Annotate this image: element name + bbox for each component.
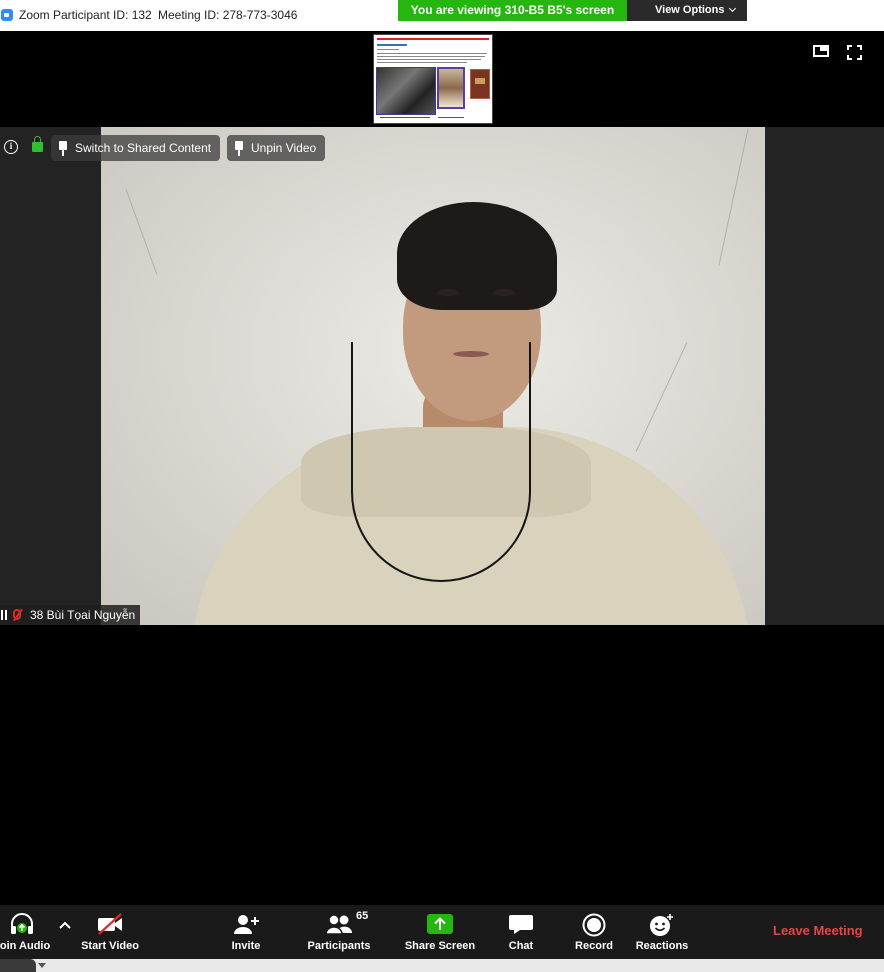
slide-text-line — [377, 56, 485, 57]
shared-content-thumbnail[interactable] — [373, 34, 493, 124]
slide-text-line — [377, 53, 487, 54]
slide-portrait-photo — [437, 67, 465, 109]
join-audio-button[interactable]: Join Audio — [0, 905, 57, 959]
slide-title-line — [377, 38, 489, 40]
add-user-icon — [234, 915, 259, 934]
participants-count: 65 — [356, 910, 369, 922]
reactions-icon — [650, 914, 673, 936]
chat-icon — [509, 915, 533, 934]
switch-to-shared-content-label: Switch to Shared Content — [75, 141, 212, 155]
slide-text-line — [377, 62, 467, 63]
fullscreen-icon[interactable] — [847, 45, 862, 60]
chevron-down-icon[interactable] — [38, 963, 46, 968]
viewing-screen-banner: You are viewing 310-B5 B5's screen — [398, 0, 627, 21]
unpin-video-label: Unpin Video — [251, 141, 317, 155]
record-icon — [582, 913, 606, 937]
chevron-up-icon — [59, 921, 71, 929]
invite-label: Invite — [231, 940, 261, 952]
mic-muted-icon — [13, 609, 21, 620]
reactions-button[interactable]: Reactions — [632, 905, 692, 959]
taskbar-strip — [0, 959, 884, 972]
video-off-icon — [98, 913, 122, 935]
participant-video[interactable] — [101, 127, 765, 625]
invite-button[interactable]: Invite — [216, 905, 276, 959]
unpin-video-button[interactable]: Unpin Video — [227, 135, 326, 161]
start-video-label: Start Video — [81, 940, 139, 952]
chat-button[interactable]: Chat — [500, 905, 542, 959]
pin-icon — [59, 141, 67, 156]
slide-caption — [380, 117, 430, 118]
participants-icon — [325, 914, 352, 935]
audio-options-button[interactable] — [56, 905, 74, 959]
meeting-id: Meeting ID: 278-773-3046 — [158, 8, 298, 22]
person-eye — [493, 289, 515, 296]
video-side-panel-right — [765, 127, 884, 625]
chat-label: Chat — [508, 940, 534, 952]
view-options-button[interactable]: View Options — [627, 0, 747, 21]
participants-button[interactable]: 65 Participants — [298, 905, 380, 959]
slide-photo-group — [376, 67, 436, 115]
reactions-label: Reactions — [635, 940, 689, 952]
info-icon[interactable]: i — [4, 140, 18, 154]
share-screen-button[interactable]: Share Screen — [400, 905, 480, 959]
window-title: Zoom Participant ID: 132 — [19, 8, 152, 22]
signal-icon — [1, 610, 7, 620]
avatar[interactable] — [0, 959, 36, 972]
leave-meeting-button[interactable]: Leave Meeting — [773, 923, 863, 938]
person-hair — [397, 202, 557, 310]
meeting-toolbar: Join Audio Start Video Invite — [0, 905, 884, 959]
participants-label: Participants — [307, 940, 371, 952]
share-screen-label: Share Screen — [404, 940, 476, 952]
join-audio-label: Join Audio — [0, 940, 51, 952]
zoom-app-icon — [1, 9, 13, 21]
lock-icon[interactable] — [32, 136, 43, 152]
share-arrow-icon — [427, 914, 453, 934]
participant-name: 38 Bùi Tọai Nguyễn — [30, 608, 136, 622]
slide-heading-line — [377, 44, 407, 46]
slide-text-line — [377, 49, 399, 50]
switch-to-shared-content-button[interactable]: Switch to Shared Content — [51, 135, 221, 161]
record-label: Record — [575, 940, 613, 952]
chevron-down-icon — [728, 4, 737, 13]
start-video-button[interactable]: Start Video — [75, 905, 145, 959]
slide-caption — [438, 117, 464, 118]
record-button[interactable]: Record — [569, 905, 619, 959]
person-eye — [437, 289, 459, 296]
headphones-icon — [11, 913, 33, 934]
participant-name-tag: 38 Bùi Tọai Nguyễn — [0, 605, 141, 625]
slide-text-line — [377, 59, 481, 60]
earphone-cord — [351, 342, 531, 582]
slide-book-photo — [470, 69, 490, 99]
pin-icon — [235, 141, 243, 156]
video-side-panel-left — [0, 127, 101, 625]
minimize-view-icon[interactable] — [813, 45, 829, 57]
view-options-label: View Options — [655, 4, 725, 16]
zoom-window: Zoom Participant ID: 132 Meeting ID: 278… — [0, 0, 884, 972]
